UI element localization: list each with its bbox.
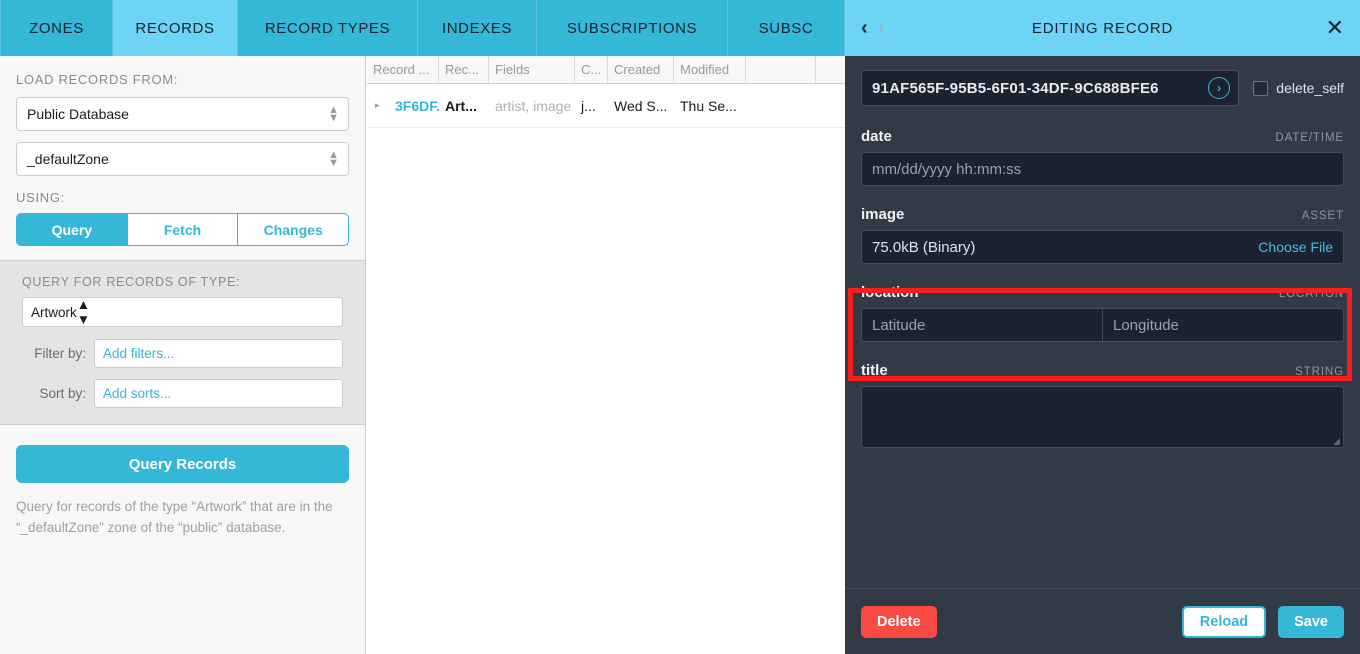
sort-by-label: Sort by: <box>22 386 94 401</box>
column-header[interactable]: Fields <box>489 56 575 83</box>
record-editor-panel: ‹ › EDITING RECORD ✕ 91AF565F-95B5-6F01-… <box>845 0 1360 654</box>
query-for-records-of-type-label: QUERY FOR RECORDS OF TYPE: <box>22 275 343 289</box>
field-header: title STRING <box>861 362 1344 379</box>
field-name: location <box>861 284 919 301</box>
column-header[interactable] <box>746 56 816 83</box>
previous-record-icon[interactable]: ‹ <box>861 18 868 38</box>
field-header: date DATE/TIME <box>861 128 1344 145</box>
record-type-select[interactable]: Artwork ▲▼ <box>22 297 343 327</box>
load-records-from-label: LOAD RECORDS FROM: <box>16 72 349 87</box>
tab-record-types[interactable]: RECORD TYPES <box>238 0 418 56</box>
cell-record-type: Art... <box>439 84 489 128</box>
field-location: location LOCATION LatitudeLongitude <box>861 284 1344 342</box>
field-type: DATE/TIME <box>1275 132 1344 144</box>
main-tabbar: ZONESRECORDSRECORD TYPESINDEXESSUBSCRIPT… <box>0 0 845 56</box>
delete-self-label: delete_self <box>1276 80 1344 96</box>
chevron-updown-icon: ▲▼ <box>77 297 90 327</box>
cell-created: Wed S... <box>608 84 674 128</box>
cell-extra <box>746 84 816 128</box>
tab-records[interactable]: RECORDS <box>113 0 238 56</box>
textarea-title[interactable] <box>861 386 1344 448</box>
save-button[interactable]: Save <box>1278 606 1344 638</box>
record-nav: ‹ › <box>861 18 884 38</box>
record-id-row: 91AF565F-95B5-6F01-34DF-9C688BFE6 › dele… <box>861 70 1344 106</box>
record-editor-body: 91AF565F-95B5-6F01-34DF-9C688BFE6 › dele… <box>845 56 1360 596</box>
sidebar-action-section: Query Records Query for records of the t… <box>0 425 365 539</box>
cell-record-name[interactable]: 3F6DF... <box>389 84 439 128</box>
record-editor-header: ‹ › EDITING RECORD ✕ <box>845 0 1360 56</box>
mode-segmented-control: QueryFetchChanges <box>16 213 349 246</box>
field-date: date DATE/TIME mm/dd/yyyy hh:mm:ss <box>861 128 1344 186</box>
table-row[interactable]: ▸3F6DF...Art...artist, imagej...Wed S...… <box>367 84 845 128</box>
sort-row: Sort by: Add sorts... <box>22 379 343 408</box>
zone-select[interactable]: _defaultZone ▲▼ <box>16 142 349 176</box>
field-type: STRING <box>1295 366 1344 378</box>
field-header: location LOCATION <box>861 284 1344 301</box>
records-table-body: ▸3F6DF...Art...artist, imagej...Wed S...… <box>367 84 845 128</box>
query-sidebar: LOAD RECORDS FROM: Public Database ▲▼ _d… <box>0 56 366 654</box>
record-id-field[interactable]: 91AF565F-95B5-6F01-34DF-9C688BFE6 › <box>861 70 1239 106</box>
filter-row: Filter by: Add filters... <box>22 339 343 368</box>
column-header[interactable]: Record ... <box>367 56 439 83</box>
segment-fetch[interactable]: Fetch <box>128 214 239 245</box>
choose-file-link[interactable]: Choose File <box>1258 239 1333 255</box>
field-image: image ASSET 75.0kB (Binary) Choose File <box>861 206 1344 264</box>
add-sorts-input[interactable]: Add sorts... <box>94 379 343 408</box>
sidebar-source-section: LOAD RECORDS FROM: Public Database ▲▼ _d… <box>0 56 365 260</box>
using-label: USING: <box>16 190 349 205</box>
delete-self-checkbox[interactable] <box>1253 81 1268 96</box>
tab-indexes[interactable]: INDEXES <box>418 0 537 56</box>
reload-button[interactable]: Reload <box>1182 606 1266 638</box>
delete-self-group[interactable]: delete_self <box>1253 80 1344 96</box>
segment-changes[interactable]: Changes <box>238 214 348 245</box>
field-name: title <box>861 362 888 379</box>
panel-title: EDITING RECORD <box>845 20 1360 37</box>
column-header[interactable]: Modified <box>674 56 746 83</box>
tab-subscriptions[interactable]: SUBSCRIPTIONS <box>537 0 728 56</box>
records-table: Record ...Rec...FieldsC...CreatedModifie… <box>367 56 845 654</box>
latitude-input[interactable]: Latitude <box>861 308 1103 342</box>
record-fields-list: date DATE/TIME mm/dd/yyyy hh:mm:ss image ASS… <box>861 128 1344 448</box>
records-table-header: Record ...Rec...FieldsC...CreatedModifie… <box>367 56 845 84</box>
tab-zones[interactable]: ZONES <box>0 0 113 56</box>
query-records-button[interactable]: Query Records <box>16 445 349 483</box>
sidebar-query-section: QUERY FOR RECORDS OF TYPE: Artwork ▲▼ Fi… <box>0 260 365 425</box>
record-editor-footer: Delete Reload Save <box>845 588 1360 654</box>
zone-select-value: _defaultZone <box>27 151 109 167</box>
field-type: LOCATION <box>1279 288 1344 300</box>
field-name: date <box>861 128 892 145</box>
asset-size-value: 75.0kB (Binary) <box>872 239 975 256</box>
record-id-value: 91AF565F-95B5-6F01-34DF-9C688BFE6 <box>872 80 1159 97</box>
segment-query[interactable]: Query <box>17 214 128 245</box>
field-type: ASSET <box>1302 210 1344 222</box>
next-record-icon[interactable]: › <box>878 18 885 38</box>
column-header[interactable]: Created <box>608 56 674 83</box>
record-type-select-value: Artwork <box>31 305 77 320</box>
longitude-input[interactable]: Longitude <box>1103 308 1344 342</box>
go-to-record-icon[interactable]: › <box>1208 77 1230 99</box>
cloudkit-dashboard: ZONESRECORDSRECORD TYPESINDEXESSUBSCRIPT… <box>0 0 1360 654</box>
asset-input-image[interactable]: 75.0kB (Binary) Choose File <box>861 230 1344 264</box>
database-select-value: Public Database <box>27 106 129 122</box>
query-description: Query for records of the type “Artwork” … <box>16 497 349 539</box>
add-filters-input[interactable]: Add filters... <box>94 339 343 368</box>
field-header: image ASSET <box>861 206 1344 223</box>
field-title: title STRING <box>861 362 1344 448</box>
chevron-updown-icon: ▲▼ <box>328 106 339 122</box>
cell-modified: Thu Se... <box>674 84 746 128</box>
input-date[interactable]: mm/dd/yyyy hh:mm:ss <box>861 152 1344 186</box>
column-header[interactable]: Rec... <box>439 56 489 83</box>
field-name: image <box>861 206 904 223</box>
column-header[interactable]: C... <box>575 56 608 83</box>
location-inputs: LatitudeLongitude <box>861 308 1344 342</box>
filter-by-label: Filter by: <box>22 346 94 361</box>
delete-button[interactable]: Delete <box>861 606 937 638</box>
cell-fields: artist, image <box>489 84 575 128</box>
tab-subsc[interactable]: SUBSC <box>728 0 845 56</box>
database-select[interactable]: Public Database ▲▼ <box>16 97 349 131</box>
close-icon[interactable]: ✕ <box>1326 17 1344 39</box>
disclosure-triangle-icon[interactable]: ▸ <box>367 84 389 128</box>
cell-c: j... <box>575 84 608 128</box>
chevron-updown-icon: ▲▼ <box>328 151 339 167</box>
